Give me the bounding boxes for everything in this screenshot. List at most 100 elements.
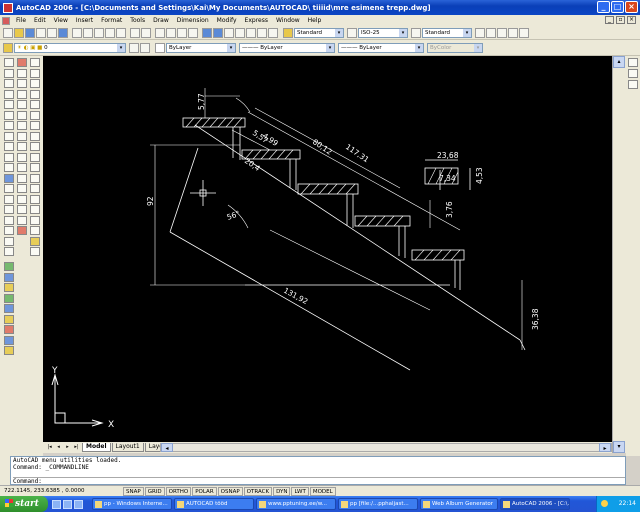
dim-style-manager-icon[interactable]: [30, 236, 40, 246]
doc-restore-button[interactable]: ▫: [616, 16, 625, 24]
ellipse-arc-icon[interactable]: [4, 163, 14, 172]
insert-block-icon[interactable]: [4, 173, 14, 183]
menu-window[interactable]: Window: [272, 17, 304, 24]
layer-previous-icon[interactable]: [140, 42, 150, 53]
draw-extra-icon-3[interactable]: [4, 283, 14, 292]
arc-icon[interactable]: [4, 110, 14, 120]
continue-icon[interactable]: [30, 163, 40, 172]
extra-icon-4[interactable]: [519, 27, 529, 38]
markup-icon[interactable]: [246, 27, 256, 38]
scroll-down-button[interactable]: ▾: [613, 441, 625, 453]
polyline-icon[interactable]: [4, 79, 14, 88]
lineweight-select[interactable]: ——— ByLayer ▾: [338, 42, 424, 53]
construction-line-icon[interactable]: [4, 68, 14, 78]
revision-cloud-icon[interactable]: [4, 131, 14, 141]
start-button[interactable]: start: [0, 496, 48, 512]
match-properties-icon[interactable]: [105, 27, 115, 38]
table-style-select[interactable]: Standard ▾: [422, 27, 472, 38]
block-editor-icon[interactable]: [116, 27, 126, 38]
dim-extra-icon[interactable]: [30, 247, 40, 256]
sheet-set-icon[interactable]: [235, 27, 245, 38]
document-icon[interactable]: [2, 16, 10, 25]
line-icon[interactable]: [4, 58, 14, 67]
point-icon[interactable]: [4, 194, 14, 204]
menu-draw[interactable]: Draw: [149, 17, 173, 24]
hatch-icon[interactable]: [4, 205, 14, 214]
doc-minimize-button[interactable]: _: [605, 16, 614, 24]
dim-style-select[interactable]: ISO-25 ▾: [358, 27, 408, 38]
chamfer-icon[interactable]: [17, 205, 27, 214]
angular-icon[interactable]: [30, 131, 40, 141]
horizontal-scrollbar[interactable]: ◂ ▸: [160, 443, 612, 452]
plot-preview-icon[interactable]: [47, 27, 57, 38]
ordinate-icon[interactable]: [30, 89, 40, 99]
design-center-icon[interactable]: [213, 27, 223, 38]
lwt-toggle[interactable]: LWT: [291, 486, 309, 496]
fillet-icon[interactable]: [17, 215, 27, 225]
offset-icon[interactable]: [17, 89, 27, 99]
draw-extra-icon-2[interactable]: [4, 272, 14, 282]
properties-icon[interactable]: [202, 27, 212, 38]
otrack-toggle[interactable]: OTRACK: [243, 486, 273, 496]
menu-modify[interactable]: Modify: [213, 17, 241, 24]
make-block-icon[interactable]: [4, 184, 14, 193]
paste-icon[interactable]: [94, 27, 104, 38]
ellipse-icon[interactable]: [4, 152, 14, 162]
minimize-button[interactable]: _: [597, 1, 610, 13]
open-icon[interactable]: [14, 27, 24, 38]
quick-dim-icon[interactable]: [30, 142, 40, 151]
aligned-dim-icon[interactable]: [30, 68, 40, 78]
menu-tools[interactable]: Tools: [126, 17, 149, 24]
dyn-toggle[interactable]: DYN: [273, 486, 291, 496]
close-button[interactable]: ×: [625, 1, 638, 13]
join-icon[interactable]: [17, 194, 27, 204]
dim-text-edit-icon[interactable]: [30, 215, 40, 225]
extra-icon-1[interactable]: [486, 27, 496, 38]
menu-edit[interactable]: Edit: [30, 17, 50, 24]
redo-icon[interactable]: [141, 27, 151, 38]
help-icon[interactable]: [268, 27, 278, 38]
menu-express[interactable]: Express: [241, 17, 272, 24]
plot-icon[interactable]: [36, 27, 46, 38]
osnap-toggle[interactable]: OSNAP: [217, 486, 243, 496]
jogged-icon[interactable]: [30, 110, 40, 120]
menu-view[interactable]: View: [50, 17, 72, 24]
taskbar-item[interactable]: www.pptuning.ee/w...: [256, 498, 336, 510]
quick-launch-icon[interactable]: [63, 499, 72, 509]
linetype-select[interactable]: ——— ByLayer ▾: [239, 42, 335, 53]
gradient-icon[interactable]: [4, 215, 14, 225]
mirror-icon[interactable]: [17, 79, 27, 88]
dim-update-icon[interactable]: [30, 226, 40, 235]
scroll-up-button[interactable]: ▴: [613, 56, 625, 68]
copy-icon[interactable]: [83, 27, 93, 38]
vertical-scrollbar[interactable]: ▴ ▾: [612, 56, 626, 453]
grid-toggle[interactable]: GRID: [144, 486, 165, 496]
copy-object-icon[interactable]: [17, 68, 27, 78]
arc-length-icon[interactable]: [30, 79, 40, 88]
tab-last-button[interactable]: ▸|: [73, 444, 80, 451]
publish-icon[interactable]: [58, 27, 68, 38]
extra-icon-3[interactable]: [508, 27, 518, 38]
right-tool-icon-2[interactable]: [628, 69, 638, 78]
scroll-right-button[interactable]: ▸: [599, 443, 611, 452]
dim-style-icon[interactable]: [347, 27, 357, 38]
draw-extra-icon-1[interactable]: [4, 262, 14, 271]
pan-icon[interactable]: [155, 27, 165, 38]
tab-model[interactable]: Model: [82, 443, 111, 452]
extend-icon[interactable]: [17, 163, 27, 172]
color-select[interactable]: ByLayer ▾: [166, 42, 236, 53]
tolerance-icon[interactable]: [30, 184, 40, 193]
move-icon[interactable]: [17, 110, 27, 120]
command-window-grip[interactable]: [0, 456, 10, 485]
ortho-toggle[interactable]: ORTHO: [165, 486, 192, 496]
scroll-left-button[interactable]: ◂: [161, 443, 173, 452]
drawing-canvas[interactable]: 5,77 5,57 4,99 20,4 80,12 117,31 23,68 7…: [43, 56, 612, 442]
draw-extra-icon-5[interactable]: [4, 304, 14, 313]
linear-dim-icon[interactable]: [30, 58, 40, 67]
zoom-previous-icon[interactable]: [188, 27, 198, 38]
region-icon[interactable]: [4, 226, 14, 235]
taskbar-item-active[interactable]: AutoCAD 2006 - [C:\...: [500, 498, 570, 510]
polygon-icon[interactable]: [4, 89, 14, 99]
coordinate-readout[interactable]: 722.1145, 233.6385 , 0.0000: [0, 488, 123, 494]
break-at-point-icon[interactable]: [17, 173, 27, 183]
